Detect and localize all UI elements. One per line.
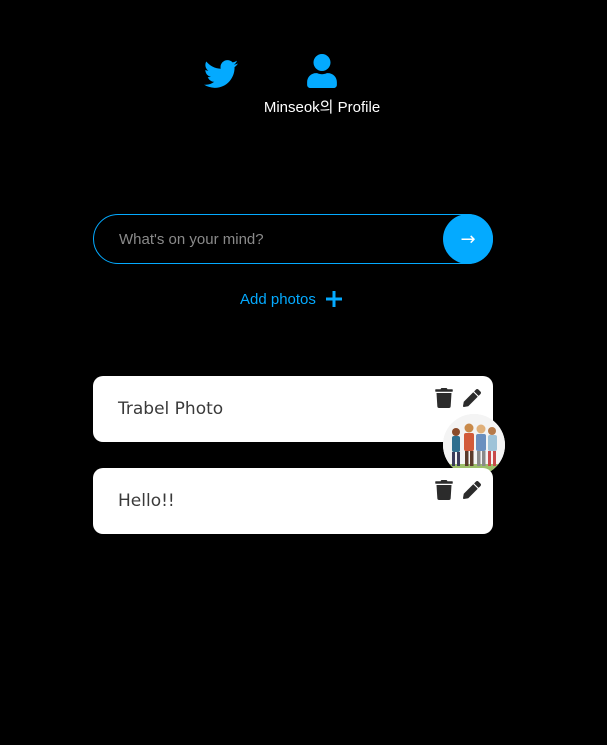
tweet-form: → bbox=[93, 214, 493, 264]
tweet-text: Hello!! bbox=[118, 491, 175, 511]
pencil-icon bbox=[463, 481, 481, 500]
twitter-bird-icon bbox=[204, 60, 239, 88]
tweet-photo bbox=[443, 414, 505, 476]
delete-tweet-button[interactable] bbox=[435, 388, 453, 408]
tweet-card: Trabel Photo bbox=[93, 376, 505, 476]
tweet-actions bbox=[435, 388, 481, 408]
tweet-actions bbox=[435, 480, 481, 500]
plus-icon bbox=[325, 291, 342, 307]
tweet-input[interactable] bbox=[93, 214, 493, 264]
nav-home-link[interactable] bbox=[202, 57, 240, 91]
trash-icon bbox=[435, 480, 453, 500]
nav-profile-link[interactable]: Minseok의 Profile bbox=[252, 54, 392, 118]
app-root: Minseok의 Profile → Add photos Trabel Pho… bbox=[0, 0, 607, 745]
delete-tweet-button[interactable] bbox=[435, 480, 453, 500]
edit-tweet-button[interactable] bbox=[463, 388, 481, 408]
user-icon bbox=[307, 54, 337, 88]
tweet-text: Trabel Photo bbox=[118, 399, 224, 419]
profile-label: Minseok의 Profile bbox=[263, 99, 381, 116]
pencil-icon bbox=[463, 389, 481, 408]
submit-tweet-button[interactable]: → bbox=[443, 214, 493, 264]
tweet-card: Hello!! bbox=[93, 468, 493, 534]
add-photos-button[interactable]: Add photos bbox=[240, 288, 342, 310]
add-photos-label: Add photos bbox=[240, 290, 316, 308]
travel-photo-thumbnail bbox=[443, 414, 505, 476]
arrow-right-icon: → bbox=[460, 228, 476, 250]
trash-icon bbox=[435, 388, 453, 408]
edit-tweet-button[interactable] bbox=[463, 480, 481, 500]
